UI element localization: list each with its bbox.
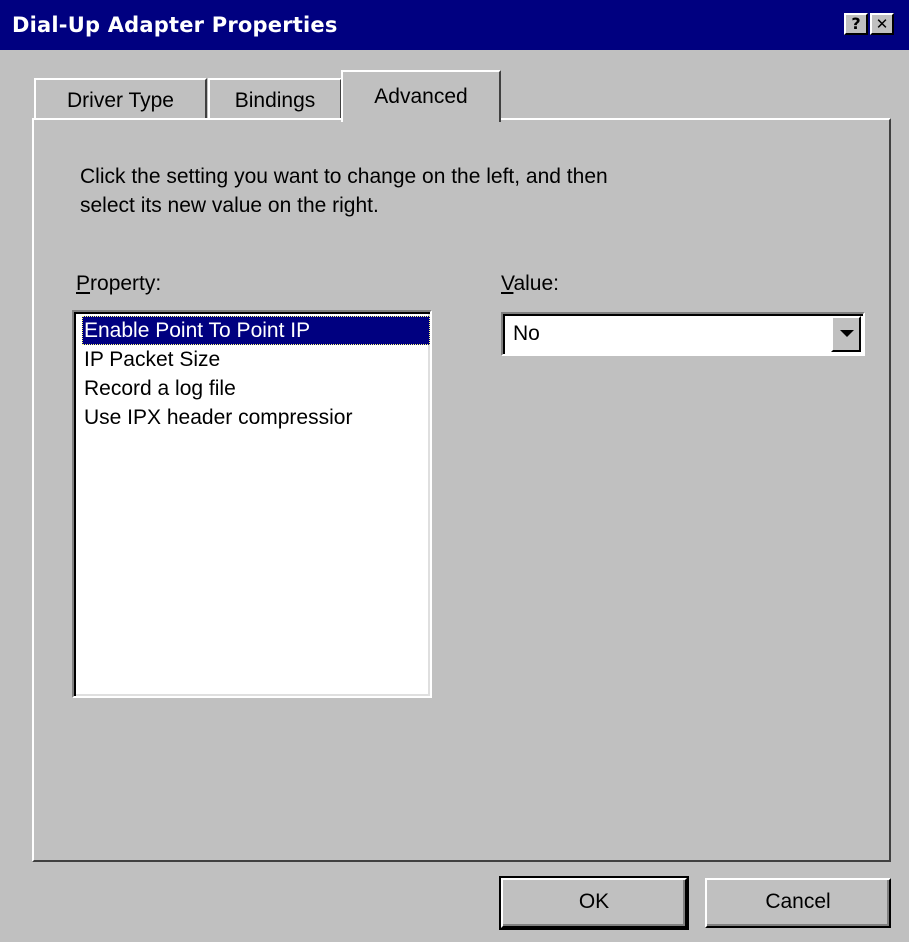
property-listbox[interactable]: Enable Point To Point IP IP Packet Size …	[72, 310, 432, 698]
property-mnemonic: P	[76, 272, 91, 295]
title-bar[interactable]: Dial-Up Adapter Properties ? ✕	[0, 0, 909, 50]
list-item-ip-packet-size[interactable]: IP Packet Size	[82, 345, 430, 374]
help-button[interactable]: ?	[844, 13, 868, 35]
value-label: Value:	[501, 272, 559, 296]
window-title: Dial-Up Adapter Properties	[12, 13, 338, 37]
ok-button[interactable]: OK	[499, 876, 689, 930]
tab-advanced[interactable]: Advanced	[341, 70, 501, 122]
list-item-ipx-header-compression[interactable]: Use IPX header compressior	[82, 403, 430, 432]
chevron-down-icon	[840, 330, 854, 337]
property-label: Property:	[76, 272, 161, 296]
value-label-text: alue:	[513, 272, 559, 295]
tab-driver-type[interactable]: Driver Type	[34, 78, 207, 120]
cancel-button[interactable]: Cancel	[705, 878, 891, 928]
close-button[interactable]: ✕	[870, 13, 894, 35]
dropdown-button[interactable]	[831, 316, 861, 352]
value-mnemonic: V	[501, 272, 514, 295]
active-tab-joiner	[343, 116, 495, 122]
property-label-text: roperty:	[90, 272, 162, 295]
list-item-record-log-file[interactable]: Record a log file	[82, 374, 430, 403]
instructions-line-1: Click the setting you want to change on …	[80, 165, 608, 188]
tab-bindings[interactable]: Bindings	[208, 78, 342, 120]
value-selected: No	[513, 322, 540, 345]
instructions-text: Click the setting you want to change on …	[80, 162, 840, 220]
value-dropdown[interactable]: No	[501, 312, 865, 356]
close-icon: ✕	[875, 15, 889, 33]
instructions-line-2: select its new value on the right.	[80, 194, 379, 217]
list-item-enable-ppp-ip[interactable]: Enable Point To Point IP	[82, 316, 430, 345]
